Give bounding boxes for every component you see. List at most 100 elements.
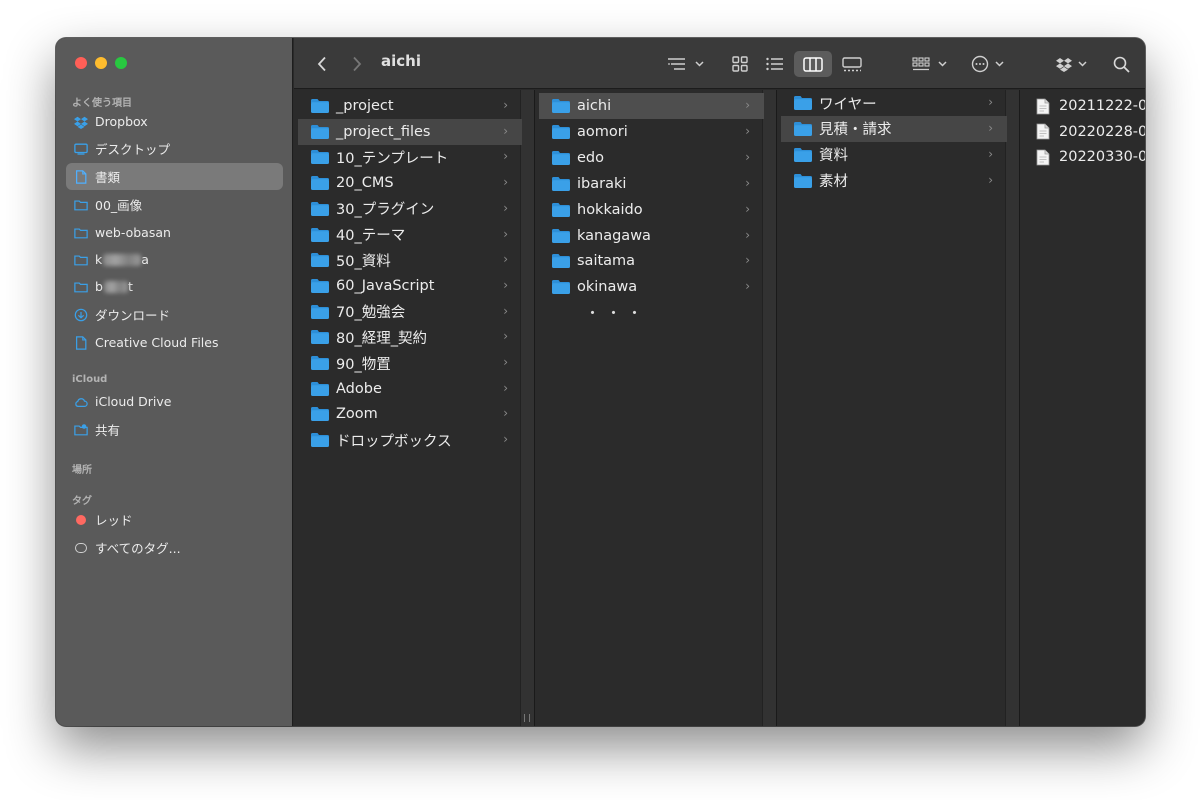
folder-row[interactable]: okinawa › <box>539 274 764 300</box>
chevron-right-icon: › <box>503 175 508 190</box>
folder-row[interactable]: 80_経理_契約 › <box>298 324 522 350</box>
sidebar-section-favorites: よく使う項目 <box>72 98 132 109</box>
folder-row[interactable]: 60_JavaScript › <box>298 273 522 299</box>
search-button[interactable] <box>1107 51 1135 77</box>
icon-view-button[interactable] <box>725 51 755 77</box>
gallery-view-button[interactable] <box>835 51 869 77</box>
folder-row[interactable]: Adobe › <box>298 376 522 402</box>
item-label: ワイヤー <box>819 96 877 113</box>
sidebar-item-label: すべてのタグ... <box>95 541 181 556</box>
sidebar-item-downloads[interactable]: ダウンロード <box>66 301 283 328</box>
sidebar: よく使う項目 Dropbox デスクトップ 書類 00_画像 web-obasa… <box>56 38 293 726</box>
folder-row[interactable]: kanagawa › <box>539 223 764 249</box>
folder-row[interactable]: aichi › <box>539 93 764 119</box>
sidebar-item-documents[interactable]: 書類 <box>66 163 283 190</box>
chevron-right-icon: › <box>988 172 993 187</box>
folder-row[interactable]: hokkaido › <box>539 197 764 223</box>
folder-row[interactable]: ドロップボックス › <box>298 427 522 453</box>
folder-row[interactable]: _project_files › <box>298 118 522 145</box>
chevron-right-icon: › <box>745 201 750 216</box>
group-button[interactable] <box>911 51 951 77</box>
column-scrollbar[interactable] <box>762 90 776 726</box>
more-button[interactable] <box>970 51 1010 77</box>
chevron-right-icon: › <box>503 200 508 215</box>
folder-icon <box>74 253 88 267</box>
back-button[interactable] <box>312 51 332 77</box>
item-label: 20220228-0 <box>1059 123 1145 140</box>
item-label: 20220330-0 <box>1059 149 1145 166</box>
item-label: ドロップボックス <box>336 433 452 450</box>
sidebar-item-all-tags[interactable]: すべてのタグ... <box>66 534 283 561</box>
sidebar-item-web-obasan[interactable]: web-obasan <box>66 219 283 246</box>
folder-row[interactable]: aomori › <box>539 119 764 145</box>
list-view-icon <box>766 57 783 71</box>
item-label: 80_経理_契約 <box>336 330 427 347</box>
redacted-text <box>103 253 142 266</box>
sidebar-item-shared[interactable]: 共有 <box>66 416 283 443</box>
folder-row[interactable]: 資料 › <box>781 142 1007 168</box>
list-view-button[interactable] <box>760 51 790 77</box>
folder-row[interactable]: 20_CMS › <box>298 170 522 196</box>
folder-row[interactable]: edo › <box>539 145 764 171</box>
forward-button[interactable] <box>347 51 367 77</box>
item-label: 素材 <box>819 174 848 191</box>
close-button[interactable] <box>75 57 87 69</box>
sidebar-item-creative-cloud[interactable]: Creative Cloud Files <box>66 329 283 356</box>
file-row[interactable]: 20211222-0 <box>1024 93 1145 119</box>
sidebar-item-dropbox[interactable]: Dropbox <box>66 108 283 135</box>
zoom-button[interactable] <box>115 57 127 69</box>
folder-icon <box>311 150 329 165</box>
chevron-right-icon: › <box>988 95 993 109</box>
folder-row[interactable]: 30_プラグイン › <box>298 196 522 222</box>
folder-row[interactable]: 素材 › <box>781 168 1007 194</box>
sidebar-item-icloud-drive[interactable]: iCloud Drive <box>66 388 283 415</box>
chevron-right-icon: › <box>503 406 508 421</box>
dropbox-icon <box>74 115 88 129</box>
more-items-ellipsis: ・・・ <box>585 304 649 323</box>
column-scrollbar[interactable] <box>520 90 534 726</box>
folder-icon <box>311 278 329 293</box>
folder-icon <box>311 356 329 370</box>
folder-row[interactable]: 50_資料 › <box>298 247 522 273</box>
finder-window: よく使う項目 Dropbox デスクトップ 書類 00_画像 web-obasa… <box>56 38 1145 726</box>
folder-row[interactable]: 10_テンプレート › <box>298 144 522 170</box>
sidebar-item-tag-red[interactable]: レッド <box>66 506 283 533</box>
chevron-right-icon: › <box>503 432 508 447</box>
dropbox-menu-button[interactable] <box>1055 51 1093 77</box>
sidebar-item-redacted-k[interactable]: k a <box>66 246 283 273</box>
back-icon <box>317 56 326 72</box>
sidebar-item-desktop[interactable]: デスクトップ <box>66 135 283 162</box>
folder-row[interactable]: 40_テーマ › <box>298 222 522 248</box>
item-label: _project <box>336 98 394 114</box>
sidebar-item-label: 00_画像 <box>95 198 143 213</box>
folder-icon <box>311 330 329 345</box>
chevron-right-icon: › <box>745 149 750 164</box>
item-label: 20_CMS <box>336 175 394 192</box>
column-resize-handle[interactable] <box>524 714 530 722</box>
column-view-button[interactable] <box>794 51 832 77</box>
folder-row[interactable]: Zoom › <box>298 401 522 427</box>
minimize-button[interactable] <box>95 57 107 69</box>
folder-row[interactable]: 見積・請求 › <box>781 115 1007 142</box>
folder-icon <box>552 176 570 191</box>
folder-row[interactable]: ワイヤー › <box>781 90 1007 116</box>
all-tags-icon <box>74 541 88 555</box>
item-label: 90_物置 <box>336 356 391 373</box>
folder-icon <box>74 226 88 240</box>
chevron-right-icon: › <box>503 226 508 241</box>
folder-icon <box>794 96 812 110</box>
file-row[interactable]: 20220330-0 <box>1024 144 1145 170</box>
folder-row[interactable]: 70_勉強会 › <box>298 299 522 325</box>
sidebar-item-images[interactable]: 00_画像 <box>66 191 283 218</box>
folder-row[interactable]: saitama › <box>539 248 764 274</box>
column-scrollbar[interactable] <box>1005 90 1019 726</box>
chevron-right-icon: › <box>503 329 508 344</box>
folder-icon <box>552 228 570 243</box>
sidebar-item-redacted-b[interactable]: b t <box>66 273 283 300</box>
file-row[interactable]: 20220228-0 <box>1024 119 1145 145</box>
folder-row[interactable]: _project › <box>298 93 522 119</box>
sort-button[interactable] <box>666 51 708 77</box>
folder-row[interactable]: ibaraki › <box>539 171 764 197</box>
folder-row[interactable]: 90_物置 › <box>298 350 522 376</box>
sidebar-item-label: iCloud Drive <box>95 394 172 409</box>
